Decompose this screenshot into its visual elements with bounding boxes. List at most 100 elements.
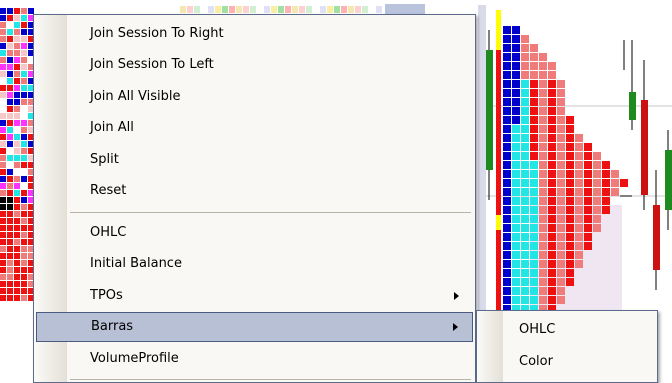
tpo-cell (620, 179, 628, 187)
tpo-cell (0, 43, 6, 49)
tpo-cell (14, 288, 20, 294)
submenu-item-color[interactable]: Color (479, 347, 655, 377)
tpo-cell (21, 225, 27, 231)
context-menu: Join Session To Right Join Session To Le… (33, 14, 476, 383)
tpo-cell (512, 188, 520, 196)
tpo-cell (566, 197, 574, 205)
menu-item-barras[interactable]: Barras (36, 312, 473, 342)
tpo-cell (503, 215, 511, 223)
tpo-cell (566, 152, 574, 160)
tpo-cell (243, 6, 249, 13)
tpo-cell (521, 152, 529, 160)
tpo-cell (530, 80, 538, 88)
tpo-cell (250, 6, 256, 13)
menu-item-label: Join Session To Left (90, 57, 214, 72)
menu-item-label: TPOs (90, 288, 123, 303)
tpo-cell (14, 78, 20, 84)
menu-item-volumeprofile[interactable]: VolumeProfile (36, 344, 473, 374)
tpo-cell (0, 120, 6, 126)
tpo-cell (313, 6, 319, 13)
tpo-cell (503, 197, 511, 205)
tpo-cell (215, 6, 221, 13)
tpo-cell (21, 288, 27, 294)
tpo-cell (503, 269, 511, 277)
ib-marker (496, 215, 501, 230)
tpo-cell (548, 161, 556, 169)
tpo-cell (521, 287, 529, 295)
tpo-cell (21, 120, 27, 126)
menu-item-join-session-left[interactable]: Join Session To Left (36, 50, 473, 80)
tpo-cell (7, 36, 13, 42)
submenu-item-ohlc[interactable]: OHLC (479, 315, 655, 345)
tpo-cell (530, 215, 538, 223)
tpo-cell (557, 287, 565, 295)
tpo-cell (512, 179, 520, 187)
tpo-cell (512, 125, 520, 133)
tpo-cell (512, 107, 520, 115)
tpo-cell (236, 6, 242, 13)
tpo-cell (299, 6, 305, 13)
tpo-cell (512, 251, 520, 259)
tpo-cell (521, 215, 529, 223)
tpo-cell (530, 143, 538, 151)
tpo-cell (503, 242, 511, 250)
menu-item-split[interactable]: Split (36, 145, 473, 175)
tpo-cell (14, 36, 20, 42)
menu-item-join-all-visible[interactable]: Join All Visible (36, 82, 473, 112)
tpo-cell (521, 188, 529, 196)
ib-marker (496, 50, 501, 215)
tpo-cell (385, 4, 425, 14)
tpo-cell (530, 125, 538, 133)
tpo-cell (0, 134, 6, 140)
tpo-cell (512, 89, 520, 97)
tpo-cell (14, 148, 20, 154)
tpo-cell (503, 71, 511, 79)
tpo-cell (512, 170, 520, 178)
tpo-cell (602, 170, 610, 178)
tpo-cell (557, 233, 565, 241)
tpo-cell (548, 116, 556, 124)
tpo-cell (0, 232, 6, 238)
tpo-cell (7, 253, 13, 259)
tpo-cell (0, 99, 6, 105)
tpo-cell (548, 62, 556, 70)
menu-item-reset[interactable]: Reset (36, 176, 473, 206)
tpo-cell (548, 179, 556, 187)
tpo-cell (575, 179, 583, 187)
tpo-cell (566, 242, 574, 250)
menu-item-join-session-right[interactable]: Join Session To Right (36, 19, 473, 49)
tpo-cell (0, 85, 6, 91)
tpo-cell (557, 206, 565, 214)
tpo-cell (593, 215, 601, 223)
tpo-cell (557, 89, 565, 97)
tpo-cell (21, 253, 27, 259)
menu-item-join-all[interactable]: Join All (36, 113, 473, 143)
tpo-cell (7, 127, 13, 133)
tpo-cell (21, 295, 27, 301)
menu-item-ohlc[interactable]: OHLC (36, 218, 473, 248)
tpo-cell (521, 242, 529, 250)
tpo-cell (222, 6, 228, 13)
tpo-cell (557, 269, 565, 277)
tpo-cell (593, 161, 601, 169)
tpo-cell (539, 53, 547, 61)
tpo-cell (0, 274, 6, 280)
tpo-cell (530, 269, 538, 277)
menu-item-initial-balance[interactable]: Initial Balance (36, 249, 473, 279)
tpo-cell (7, 71, 13, 77)
tpo-cell (575, 251, 583, 259)
tpo-cell (512, 287, 520, 295)
tpo-cell (0, 106, 6, 112)
tpo-cell (584, 197, 592, 205)
tpo-cell (539, 161, 547, 169)
tpo-cell (21, 78, 27, 84)
tpo-cell (285, 6, 291, 13)
tpo-cell (512, 233, 520, 241)
menu-item-tpos[interactable]: TPOs (36, 281, 473, 311)
ib-marker (496, 10, 501, 50)
tpo-cell (503, 26, 511, 34)
candle-body (641, 100, 648, 195)
tpo-cell (512, 215, 520, 223)
menu-item-label: VolumeProfile (90, 351, 179, 366)
menu-item-label: OHLC (519, 322, 556, 337)
